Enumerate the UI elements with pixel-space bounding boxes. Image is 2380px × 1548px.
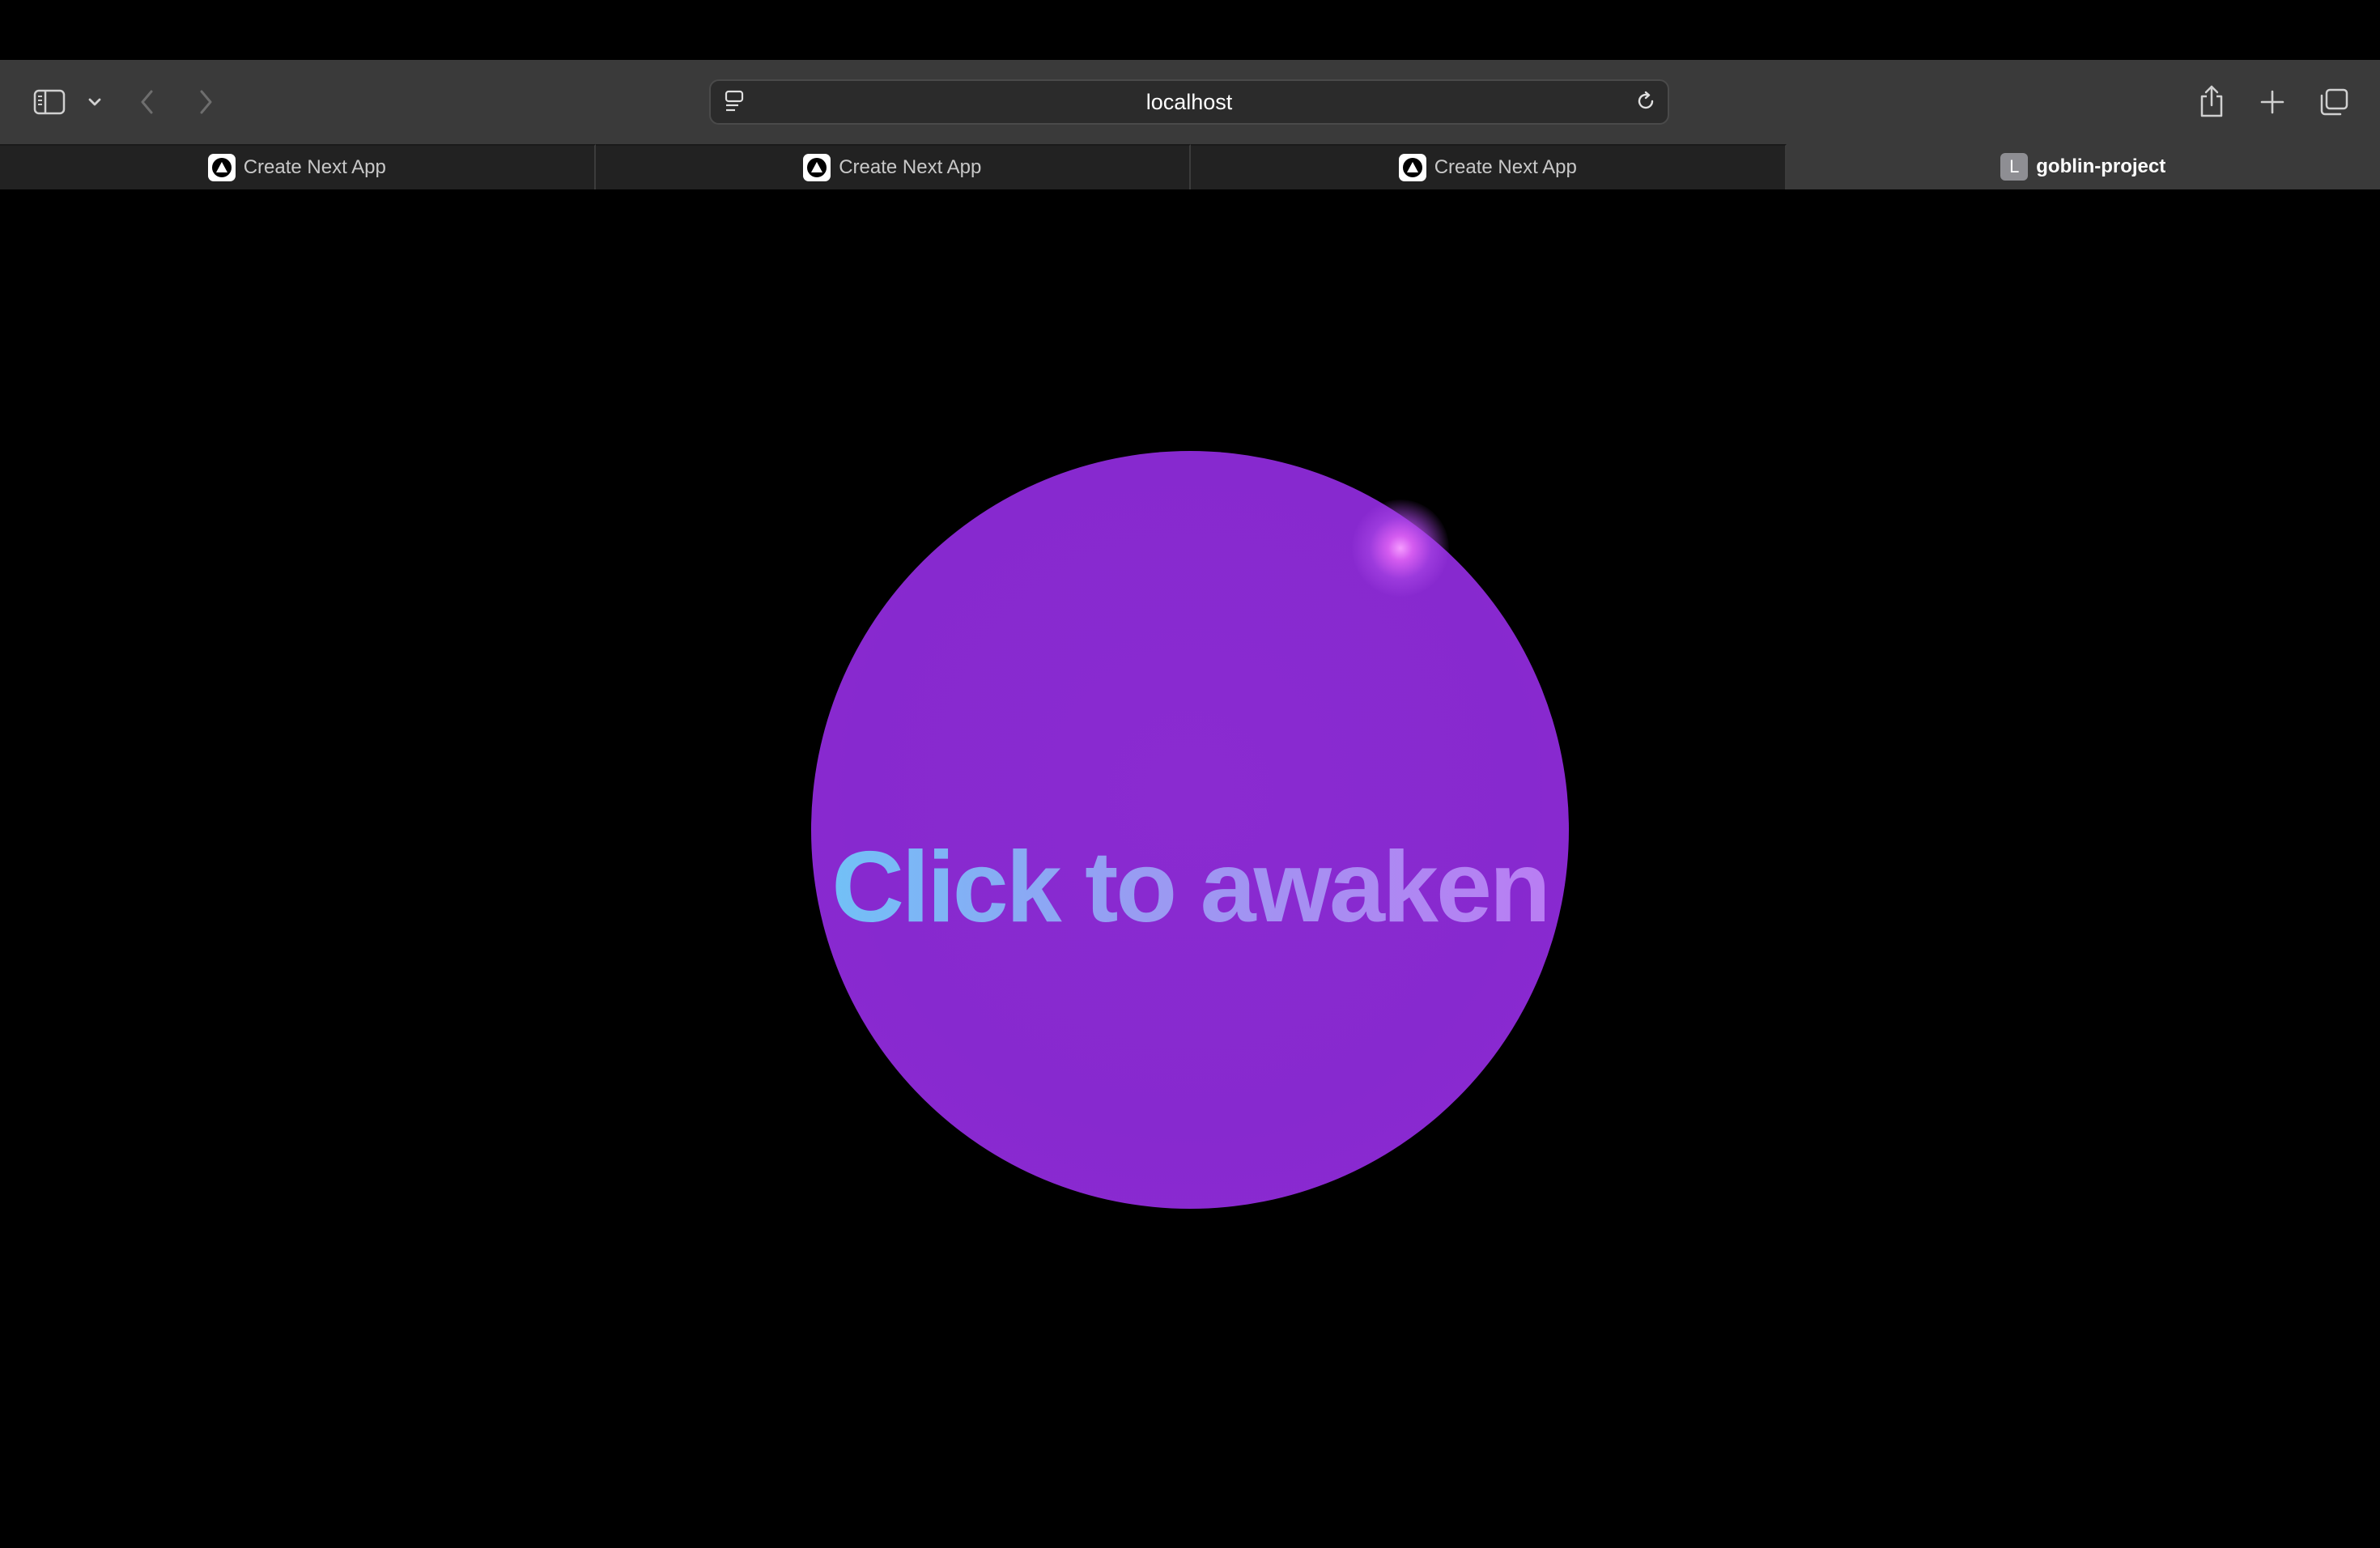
address-bar[interactable]: localhost [709, 79, 1669, 125]
back-button[interactable] [134, 84, 160, 120]
tab-label: goblin-project [2036, 155, 2166, 177]
plus-icon [2260, 90, 2284, 114]
tab-bar: Create Next App Create Next App Create N… [0, 144, 2380, 189]
letter-favicon-icon: L [2000, 153, 2029, 181]
sidebar-toggle-button[interactable] [29, 84, 70, 120]
nextjs-logo-icon [803, 154, 831, 181]
tab-label: Create Next App [839, 156, 982, 178]
nextjs-logo-icon [207, 154, 236, 181]
nextjs-logo-icon [1398, 154, 1426, 181]
share-icon [2198, 84, 2225, 118]
new-tab-button[interactable] [2252, 83, 2293, 121]
orb-label: Click to awaken [811, 830, 1569, 945]
tab-create-next-app-3[interactable]: Create Next App [1191, 144, 1787, 189]
tab-create-next-app-2[interactable]: Create Next App [595, 144, 1191, 189]
sidebar-icon [33, 89, 66, 115]
tab-overview-icon [2318, 87, 2349, 117]
chevron-right-icon [198, 89, 214, 115]
tab-label: Create Next App [243, 156, 386, 178]
reload-button[interactable] [1632, 89, 1660, 117]
reload-icon [1634, 90, 1657, 117]
chevron-down-icon [87, 97, 102, 107]
orb-highlight [1352, 500, 1449, 597]
forward-button[interactable] [193, 84, 219, 120]
browser-toolbar: localhost [0, 60, 2380, 144]
url-text[interactable]: localhost [711, 81, 1668, 123]
share-button[interactable] [2194, 79, 2229, 123]
sidebar-menu-button[interactable] [84, 91, 105, 113]
tab-goblin-project[interactable]: L goblin-project [1786, 144, 2380, 189]
tab-overview-button[interactable] [2314, 83, 2354, 121]
chevron-left-icon [139, 89, 155, 115]
awaken-orb-button[interactable]: Click to awaken [811, 451, 1569, 1209]
tab-create-next-app-1[interactable]: Create Next App [0, 144, 596, 189]
tab-label: Create Next App [1434, 156, 1577, 178]
window-top-bar [0, 0, 2380, 60]
page-content: Click to awaken [0, 189, 2380, 1548]
